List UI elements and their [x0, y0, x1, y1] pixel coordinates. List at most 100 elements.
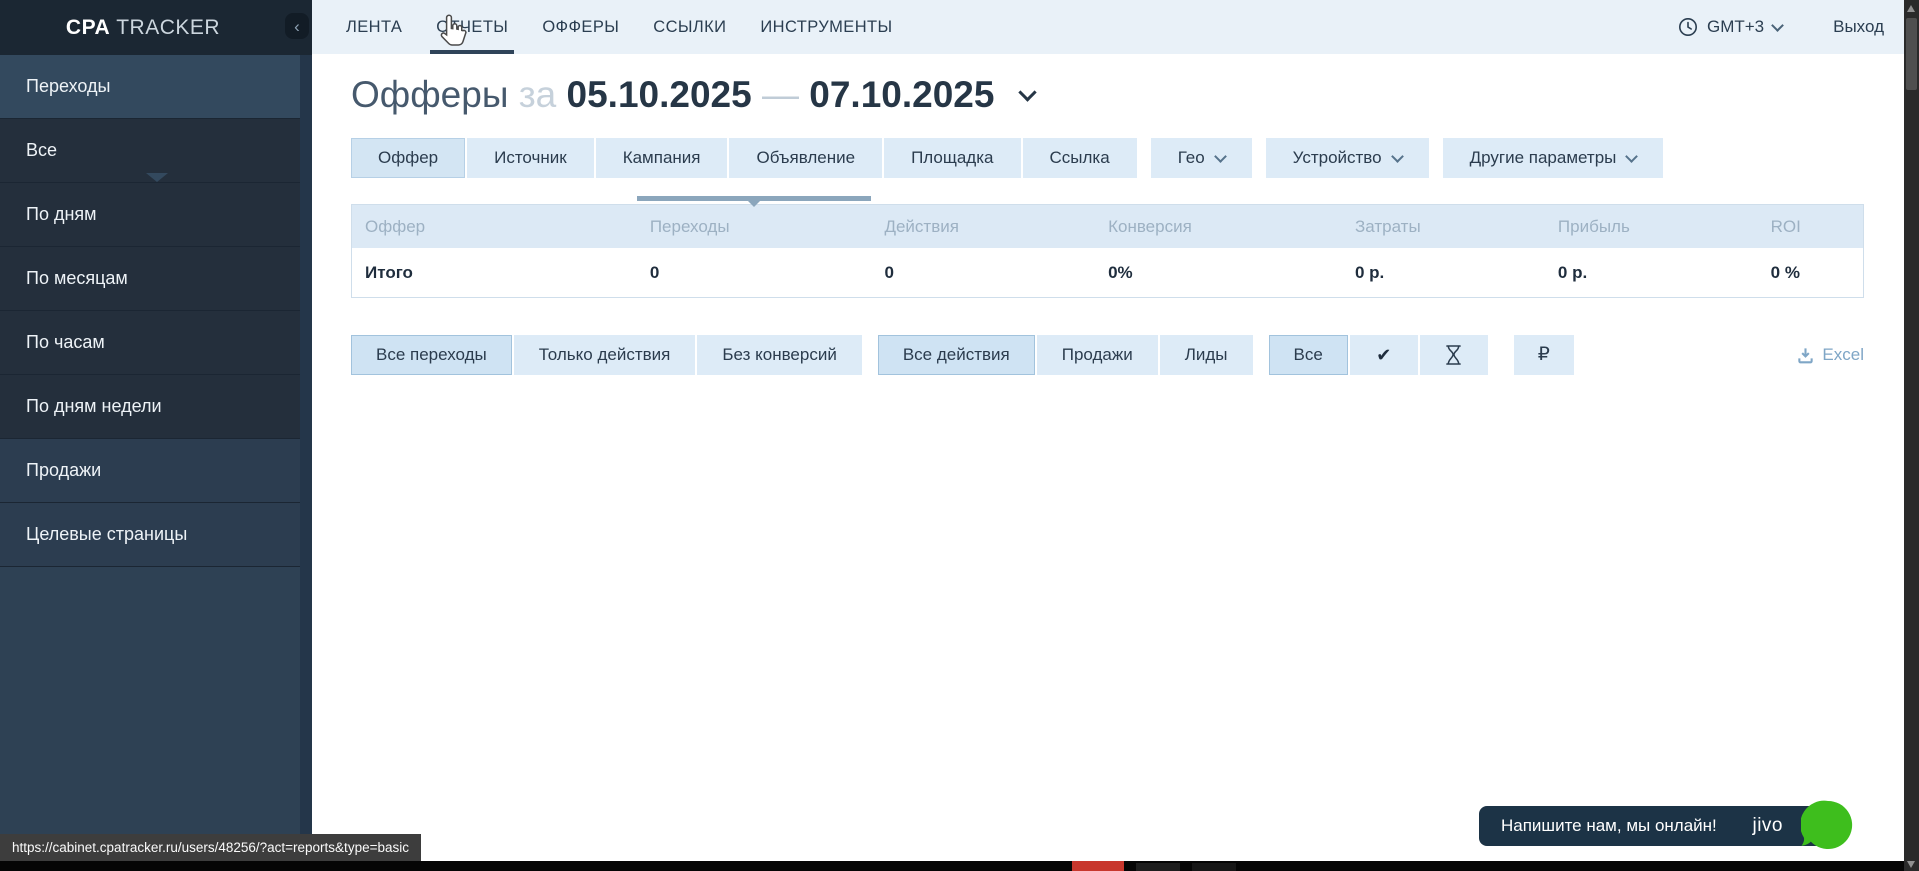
check-icon: ✔: [1376, 335, 1391, 375]
col-header-roi[interactable]: ROI: [1758, 217, 1863, 237]
tab-offer[interactable]: Оффер: [351, 138, 465, 178]
sort-arrow-down-icon: [748, 201, 760, 207]
chevron-down-icon[interactable]: [1771, 19, 1784, 32]
tab-ploschadka[interactable]: Площадка: [884, 138, 1020, 178]
active-section-notch: [146, 173, 168, 182]
tab-obyavlenie[interactable]: Объявление: [729, 138, 882, 178]
col-header-deystviya[interactable]: Действия: [871, 217, 1095, 237]
sidebar-item-label: По дням недели: [26, 396, 162, 416]
nav-item-label: ОФФЕРЫ: [542, 18, 619, 37]
brand-logo-bold: CPA: [66, 16, 110, 39]
filter-label: Только действия: [539, 345, 671, 364]
status-filter-group: Все ✔: [1269, 335, 1488, 375]
col-header-zatraty[interactable]: Затраты: [1342, 217, 1545, 237]
sidebar-item-celevye-stranicy[interactable]: Целевые страницы: [0, 503, 312, 567]
filter-status-confirmed[interactable]: ✔: [1350, 335, 1418, 375]
status-url-bar: https://cabinet.cpatracker.ru/users/4825…: [0, 834, 421, 861]
export-excel-button[interactable]: Excel: [1797, 345, 1864, 365]
filter-lidy[interactable]: Лиды: [1160, 335, 1253, 375]
col-header-offer[interactable]: Оффер: [352, 217, 637, 237]
date-to[interactable]: 07.10.2025: [809, 74, 994, 115]
scrollbar-thumb[interactable]: [1906, 18, 1917, 90]
sidebar-item-prodazhi[interactable]: Продажи: [0, 439, 312, 503]
nav-item-ssylki[interactable]: ССЫЛКИ: [653, 0, 726, 54]
brand-logo-rest: TRACKER: [116, 16, 220, 39]
filter-label: Все переходы: [376, 345, 487, 364]
filter-label: Продажи: [1062, 345, 1133, 364]
bottom-taskbar-strip: [0, 861, 1904, 871]
logout-link[interactable]: Выход: [1833, 17, 1884, 37]
nav-item-instrumenty[interactable]: ИНСТРУМЕНТЫ: [760, 0, 892, 54]
taskbar-gray-block: [1192, 863, 1236, 871]
sidebar-item-perehody[interactable]: Переходы: [0, 55, 312, 119]
nav-item-lenta[interactable]: ЛЕНТА: [346, 0, 402, 54]
sidebar-item-po-chasam[interactable]: По часам: [0, 311, 312, 375]
page-title: Офферы за 05.10.2025 — 07.10.2025: [351, 74, 1034, 116]
nav-item-offery[interactable]: ОФФЕРЫ: [542, 0, 619, 54]
sidebar-collapse-button[interactable]: ‹: [285, 13, 309, 39]
totals-zatraty: 0 р.: [1342, 263, 1545, 283]
top-navigation: ЛЕНТА ОТЧЕТЫ ОФФЕРЫ ССЫЛКИ ИНСТРУМЕНТЫ G…: [312, 0, 1904, 54]
title-preposition: за: [519, 74, 557, 115]
filter-vse-deystviya[interactable]: Все действия: [878, 335, 1035, 375]
dropdown-label: Гео: [1178, 138, 1205, 178]
dropdown-geo[interactable]: Гео: [1151, 138, 1252, 178]
col-header-konversiya[interactable]: Конверсия: [1095, 217, 1342, 237]
date-from[interactable]: 05.10.2025: [567, 74, 752, 115]
sidebar-item-po-mesyacam[interactable]: По месяцам: [0, 247, 312, 311]
col-header-pribyl[interactable]: Прибыль: [1545, 217, 1758, 237]
download-icon: [1797, 347, 1814, 364]
clock-icon: [1678, 17, 1698, 37]
cursor-hand-icon: [438, 13, 469, 49]
report-table: Оффер Переходы Действия Конверсия Затрат…: [351, 204, 1864, 298]
dropdown-drugie-parametry[interactable]: Другие параметры: [1443, 138, 1664, 178]
col-header-perehody[interactable]: Переходы: [637, 217, 872, 237]
tab-label: Оффер: [378, 148, 438, 167]
timezone-selector[interactable]: GMT+3: [1707, 17, 1764, 37]
filter-label: Все действия: [903, 345, 1010, 364]
filter-status-pending[interactable]: [1420, 335, 1488, 375]
export-label: Excel: [1822, 345, 1864, 365]
date-range-chevron-icon[interactable]: [1018, 83, 1036, 101]
filter-currency-ruble[interactable]: ₽: [1514, 335, 1574, 375]
sidebar-item-po-dnyam-nedeli[interactable]: По дням недели: [0, 375, 312, 439]
sidebar-menu: Переходы Все По дням По месяцам По часам…: [0, 55, 312, 567]
chat-message: Напишите нам, мы онлайн!: [1501, 816, 1717, 836]
vertical-scrollbar[interactable]: [1904, 0, 1919, 871]
filter-vse-perehody[interactable]: Все переходы: [351, 335, 512, 375]
sidebar-item-po-dnyam[interactable]: По дням: [0, 183, 312, 247]
tab-ssylka[interactable]: Ссылка: [1023, 138, 1137, 178]
table-header-row: Оффер Переходы Действия Конверсия Затрат…: [352, 205, 1863, 248]
taskbar-red-indicator: [1072, 861, 1124, 871]
page: CPA TRACKER ‹ Переходы Все По дням По мес…: [0, 0, 1919, 871]
filter-label: Все: [1294, 345, 1323, 364]
filter-prodazhi[interactable]: Продажи: [1037, 335, 1158, 375]
tab-kampaniya[interactable]: Кампания: [596, 138, 728, 178]
scroll-up-arrow-icon[interactable]: [1907, 5, 1915, 12]
sidebar-item-label: Продажи: [26, 460, 101, 480]
actions-filter-group: Все действия Продажи Лиды: [878, 335, 1253, 375]
dropdown-ustroystvo[interactable]: Устройство: [1266, 138, 1429, 178]
sidebar-item-label: Целевые страницы: [26, 524, 187, 544]
chevron-down-icon: [1626, 150, 1639, 163]
filter-row: Все переходы Только действия Без конверс…: [351, 335, 1864, 375]
totals-perehody: 0: [637, 263, 872, 283]
tab-label: Площадка: [911, 148, 993, 167]
filter-bez-konversiy[interactable]: Без конверсий: [697, 335, 861, 375]
chat-widget[interactable]: Напишите нам, мы онлайн! jivo: [1479, 806, 1831, 846]
scroll-down-arrow-icon[interactable]: [1907, 861, 1915, 868]
tab-label: Кампания: [623, 148, 701, 167]
ruble-icon: ₽: [1538, 335, 1550, 375]
sidebar-item-label: По дням: [26, 204, 97, 224]
dimension-tabs: Оффер Источник Кампания Объявление Площа…: [351, 138, 1663, 178]
main-content: Офферы за 05.10.2025 — 07.10.2025 Оффер …: [312, 54, 1904, 871]
sidebar-header: CPA TRACKER ‹: [0, 0, 312, 55]
chat-bubble-icon[interactable]: [1801, 799, 1855, 855]
totals-label: Итого: [352, 263, 637, 283]
filter-status-vse[interactable]: Все: [1269, 335, 1348, 375]
report-title: Офферы: [351, 74, 508, 115]
taskbar-gray-block: [1136, 863, 1180, 871]
tab-istochnik[interactable]: Источник: [467, 138, 594, 178]
filter-tolko-deystviya[interactable]: Только действия: [514, 335, 696, 375]
traffic-filter-group: Все переходы Только действия Без конверс…: [351, 335, 862, 375]
